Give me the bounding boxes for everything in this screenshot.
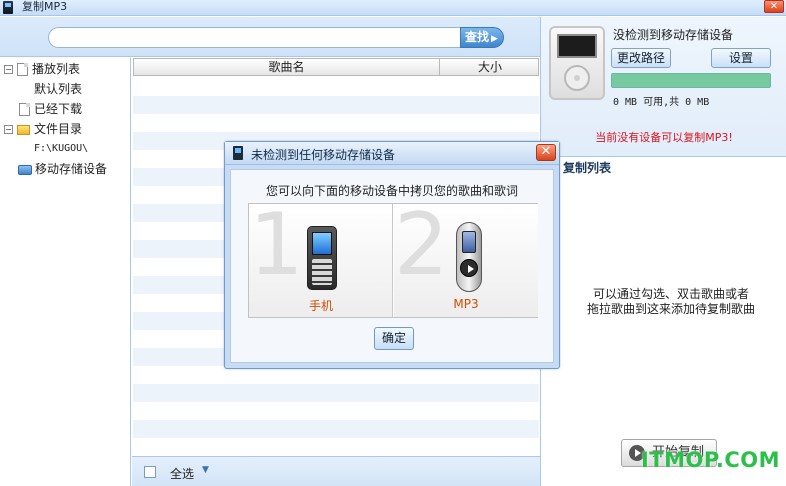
tree-item-label: 文件目录 bbox=[34, 122, 83, 136]
search-button-label: 查找 bbox=[465, 30, 490, 44]
mobile-phone-icon bbox=[307, 226, 337, 290]
mp3-player-wheel bbox=[564, 65, 590, 91]
phone-keypad bbox=[312, 259, 332, 285]
capacity-fill bbox=[612, 74, 770, 87]
app-icon bbox=[3, 1, 13, 14]
title-bar: 复制MP3 ✕ bbox=[0, 0, 786, 16]
tree-item-label: 已经下载 bbox=[34, 102, 83, 116]
settings-button[interactable]: 设置 bbox=[711, 48, 771, 68]
copy-list-hint: 可以通过勾选、双击歌曲或者 拖拉歌曲到这来添加待复制歌曲 bbox=[555, 287, 786, 317]
tree-item-mobile-storage[interactable]: 移动存储设备 bbox=[18, 160, 107, 178]
dialog-body: 您可以向下面的移动设备中拷贝您的歌曲和歌词 1 手机 2 MP3 确定 bbox=[230, 169, 554, 363]
tree-item-kugou-folder[interactable]: F:\KUGOU\ bbox=[34, 140, 88, 158]
search-bar: 查找 ▶ bbox=[0, 17, 540, 57]
mp3-player-screen bbox=[557, 34, 597, 58]
dialog-close-button[interactable]: ✕ bbox=[536, 144, 556, 161]
document-icon bbox=[17, 63, 28, 76]
dialog-title: 未检测到任何移动存储设备 bbox=[251, 148, 396, 162]
ok-button[interactable]: 确定 bbox=[374, 327, 414, 350]
column-header-song-name[interactable]: 歌曲名 bbox=[134, 59, 440, 75]
tree-item-label: 播放列表 bbox=[32, 62, 81, 76]
search-button[interactable]: 查找 ▶ bbox=[460, 27, 504, 48]
option-number: 1 bbox=[249, 195, 304, 295]
copy-list-title: 复制列表 bbox=[563, 161, 612, 175]
option-phone[interactable]: 1 手机 bbox=[249, 200, 393, 317]
capacity-bar bbox=[611, 73, 771, 88]
copy-list-hint-line2: 拖拉歌曲到这来添加待复制歌曲 bbox=[586, 302, 755, 316]
chevron-right-icon: ▶ bbox=[491, 34, 498, 44]
search-input[interactable] bbox=[48, 27, 462, 48]
window-close-button[interactable]: ✕ bbox=[764, 0, 784, 13]
tree-item-file-directory[interactable]: − 文件目录 bbox=[4, 120, 82, 138]
phone-screen bbox=[312, 232, 332, 255]
option-number: 2 bbox=[394, 195, 449, 295]
tree-item-label: F:\KUGOU\ bbox=[34, 143, 89, 154]
chevron-down-icon[interactable]: ▼ bbox=[202, 465, 209, 475]
storage-device-icon bbox=[18, 164, 32, 175]
capacity-text: 0 MB 可用,共 0 MB bbox=[613, 97, 710, 108]
tree-item-label: 移动存储设备 bbox=[35, 162, 108, 176]
collapse-icon[interactable]: − bbox=[4, 125, 13, 134]
tree-item-label: 默认列表 bbox=[34, 82, 83, 96]
dialog-app-icon bbox=[233, 146, 243, 160]
mp3-player-icon bbox=[456, 222, 482, 292]
player-screen bbox=[462, 231, 476, 253]
tree-item-default-list[interactable]: 默认列表 bbox=[34, 80, 82, 98]
device-info-box: 没检测到移动存储设备 更改路径 设置 0 MB 可用,共 0 MB 当前没有设备… bbox=[541, 17, 786, 157]
copy-list-hint-line1: 可以通过勾选、双击歌曲或者 bbox=[592, 287, 749, 301]
select-all-label[interactable]: 全选 bbox=[170, 465, 194, 482]
copy-panel: 没检测到移动存储设备 更改路径 设置 0 MB 可用,共 0 MB 当前没有设备… bbox=[540, 17, 786, 486]
tree-item-downloaded[interactable]: 已经下载 bbox=[19, 100, 82, 118]
song-list-footer: 全选 ▼ bbox=[132, 456, 540, 486]
device-options: 1 手机 2 MP3 bbox=[248, 200, 538, 318]
sidebar-tree: − 播放列表 默认列表 已经下载 − 文件目录 F:\KUGOU\ 移动存储设备 bbox=[0, 58, 131, 486]
select-all-checkbox[interactable] bbox=[144, 466, 156, 478]
tree-item-playlists[interactable]: − 播放列表 bbox=[4, 60, 80, 78]
device-status-text: 没检测到移动存储设备 bbox=[613, 28, 734, 42]
change-path-button[interactable]: 更改路径 bbox=[611, 48, 671, 68]
option-label: 手机 bbox=[308, 299, 333, 313]
no-device-dialog: 未检测到任何移动存储设备 ✕ 您可以向下面的移动设备中拷贝您的歌曲和歌词 1 手… bbox=[224, 141, 560, 369]
document-icon bbox=[19, 103, 30, 116]
watermark-logo: ITMOP.COM bbox=[640, 448, 780, 472]
option-label: MP3 bbox=[453, 297, 479, 311]
column-header-size[interactable]: 大小 bbox=[441, 59, 539, 75]
folder-icon bbox=[17, 124, 30, 135]
mp3-player-icon bbox=[549, 26, 605, 100]
play-icon bbox=[460, 259, 478, 277]
collapse-icon[interactable]: − bbox=[4, 65, 13, 74]
dialog-title-bar: 未检测到任何移动存储设备 ✕ bbox=[225, 142, 559, 165]
no-device-warning: 当前没有设备可以复制MP3! bbox=[595, 131, 733, 144]
song-list-header: 歌曲名 大小 bbox=[133, 58, 539, 76]
window-title: 复制MP3 bbox=[22, 0, 68, 13]
option-mp3[interactable]: 2 MP3 bbox=[394, 200, 538, 317]
